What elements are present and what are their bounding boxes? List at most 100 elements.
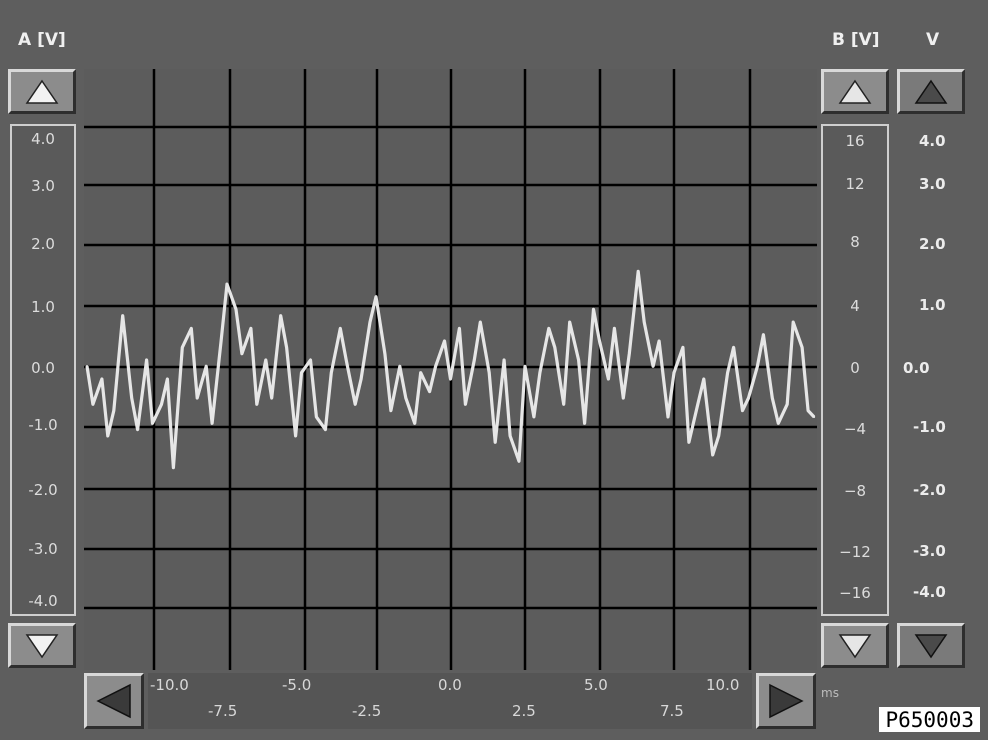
trace-point [234, 308, 238, 311]
trace-point [389, 409, 393, 412]
trace-point [592, 308, 595, 311]
channel-v-tick: 2.0 [919, 235, 946, 253]
trace-point [479, 320, 482, 324]
trace-point [196, 396, 199, 400]
time-tick: 0.0 [438, 676, 462, 694]
trace-point [622, 396, 625, 400]
trace-point [726, 371, 729, 374]
triangle-down-icon [914, 633, 948, 658]
trace-point [637, 270, 640, 273]
channel-a-tick: -1.0 [28, 416, 58, 434]
trace-point [255, 403, 258, 406]
time-tick: -5.0 [282, 676, 312, 694]
trace-point [771, 396, 774, 400]
trace-point [145, 358, 148, 362]
trace-point [324, 428, 327, 431]
trace-point [330, 371, 333, 374]
trace-point [428, 390, 431, 393]
trace-point [383, 352, 387, 355]
trace-point [434, 365, 437, 368]
trace-point [345, 358, 348, 362]
trace-point [354, 403, 357, 406]
channel-a-scale-up-button[interactable] [8, 69, 76, 114]
trace-point [502, 358, 506, 362]
trace-point [747, 396, 750, 400]
trace-point [687, 441, 691, 444]
channel-b-scale-up-button[interactable] [821, 69, 889, 114]
channel-b-scale: 16 12 8 4 0 −4 −8 −12 −16 [821, 124, 889, 616]
trace-point [711, 453, 714, 457]
time-scroll-left-button[interactable] [84, 673, 144, 729]
trace-point [160, 403, 163, 406]
triangle-up-icon [914, 79, 948, 104]
trace-point [121, 314, 124, 317]
trace-point [666, 415, 670, 419]
trace-point [651, 365, 655, 368]
channel-b-tick: 0 [850, 359, 860, 377]
trace-point [205, 365, 208, 368]
trace-point [473, 358, 476, 362]
trace-point [523, 365, 527, 368]
trace-point [568, 320, 571, 324]
channel-a-tick: 0.0 [31, 359, 55, 377]
trace-point [294, 434, 297, 438]
trace-point [517, 460, 521, 463]
image-id-tag: P650003 [879, 707, 980, 732]
channel-a-tick: -4.0 [28, 592, 58, 610]
trace-point [106, 434, 109, 438]
trace-point [166, 377, 169, 381]
trace-point [508, 434, 512, 438]
trace-point [488, 371, 491, 374]
trace-point [339, 327, 342, 330]
trace-point [85, 365, 89, 368]
trace-point [717, 434, 720, 438]
trace-point [741, 409, 744, 412]
channel-b-scale-down-button[interactable] [821, 623, 889, 668]
trace-point [812, 415, 816, 419]
trace-point [300, 371, 303, 374]
trace-point [374, 295, 378, 298]
trace-point [532, 415, 536, 419]
channel-b-tick: −12 [839, 543, 871, 561]
channel-v-tick: 4.0 [919, 132, 946, 150]
trace-point [696, 403, 699, 406]
trace-point [130, 396, 133, 400]
channel-a-tick: 3.0 [31, 177, 55, 195]
trace-point [219, 339, 223, 343]
trace-point [249, 327, 253, 330]
trace-point [172, 466, 175, 469]
trace-point [458, 327, 461, 330]
time-tick: -7.5 [208, 702, 238, 720]
trace-point [309, 358, 312, 362]
trace-point [672, 371, 676, 374]
channel-v-tick: -2.0 [913, 481, 946, 499]
trace-point [359, 377, 363, 381]
triangle-down-icon [838, 633, 872, 658]
channel-b-tick: 8 [850, 233, 860, 251]
channel-a-label: A [V] [18, 30, 66, 50]
trace-point [806, 409, 810, 412]
channel-v-tick: 0.0 [903, 359, 930, 377]
trace-point [643, 320, 646, 324]
trace-point [449, 377, 452, 381]
channel-a-tick: 2.0 [31, 235, 55, 253]
channel-a-scale-down-button[interactable] [8, 623, 76, 668]
channel-b-tick: −8 [843, 482, 867, 500]
channel-v-scale-up-button[interactable] [897, 69, 965, 114]
trace-point [681, 346, 685, 349]
triangle-down-icon [25, 633, 59, 658]
trace-point [190, 327, 193, 330]
channel-a-tick: -2.0 [28, 481, 58, 499]
trace-point [240, 352, 244, 355]
channel-b-tick: −16 [839, 584, 871, 602]
channel-v-tick: -3.0 [913, 542, 946, 560]
trace-point [136, 428, 139, 431]
triangle-right-icon [769, 683, 804, 719]
trace-point [181, 346, 184, 349]
trace-point [607, 377, 610, 381]
channel-v-scale-down-button[interactable] [897, 623, 965, 668]
channel-v-tick: 3.0 [919, 175, 946, 193]
time-scroll-right-button[interactable] [756, 673, 816, 729]
channel-a-tick: 1.0 [31, 298, 55, 316]
trace-point [285, 346, 288, 349]
